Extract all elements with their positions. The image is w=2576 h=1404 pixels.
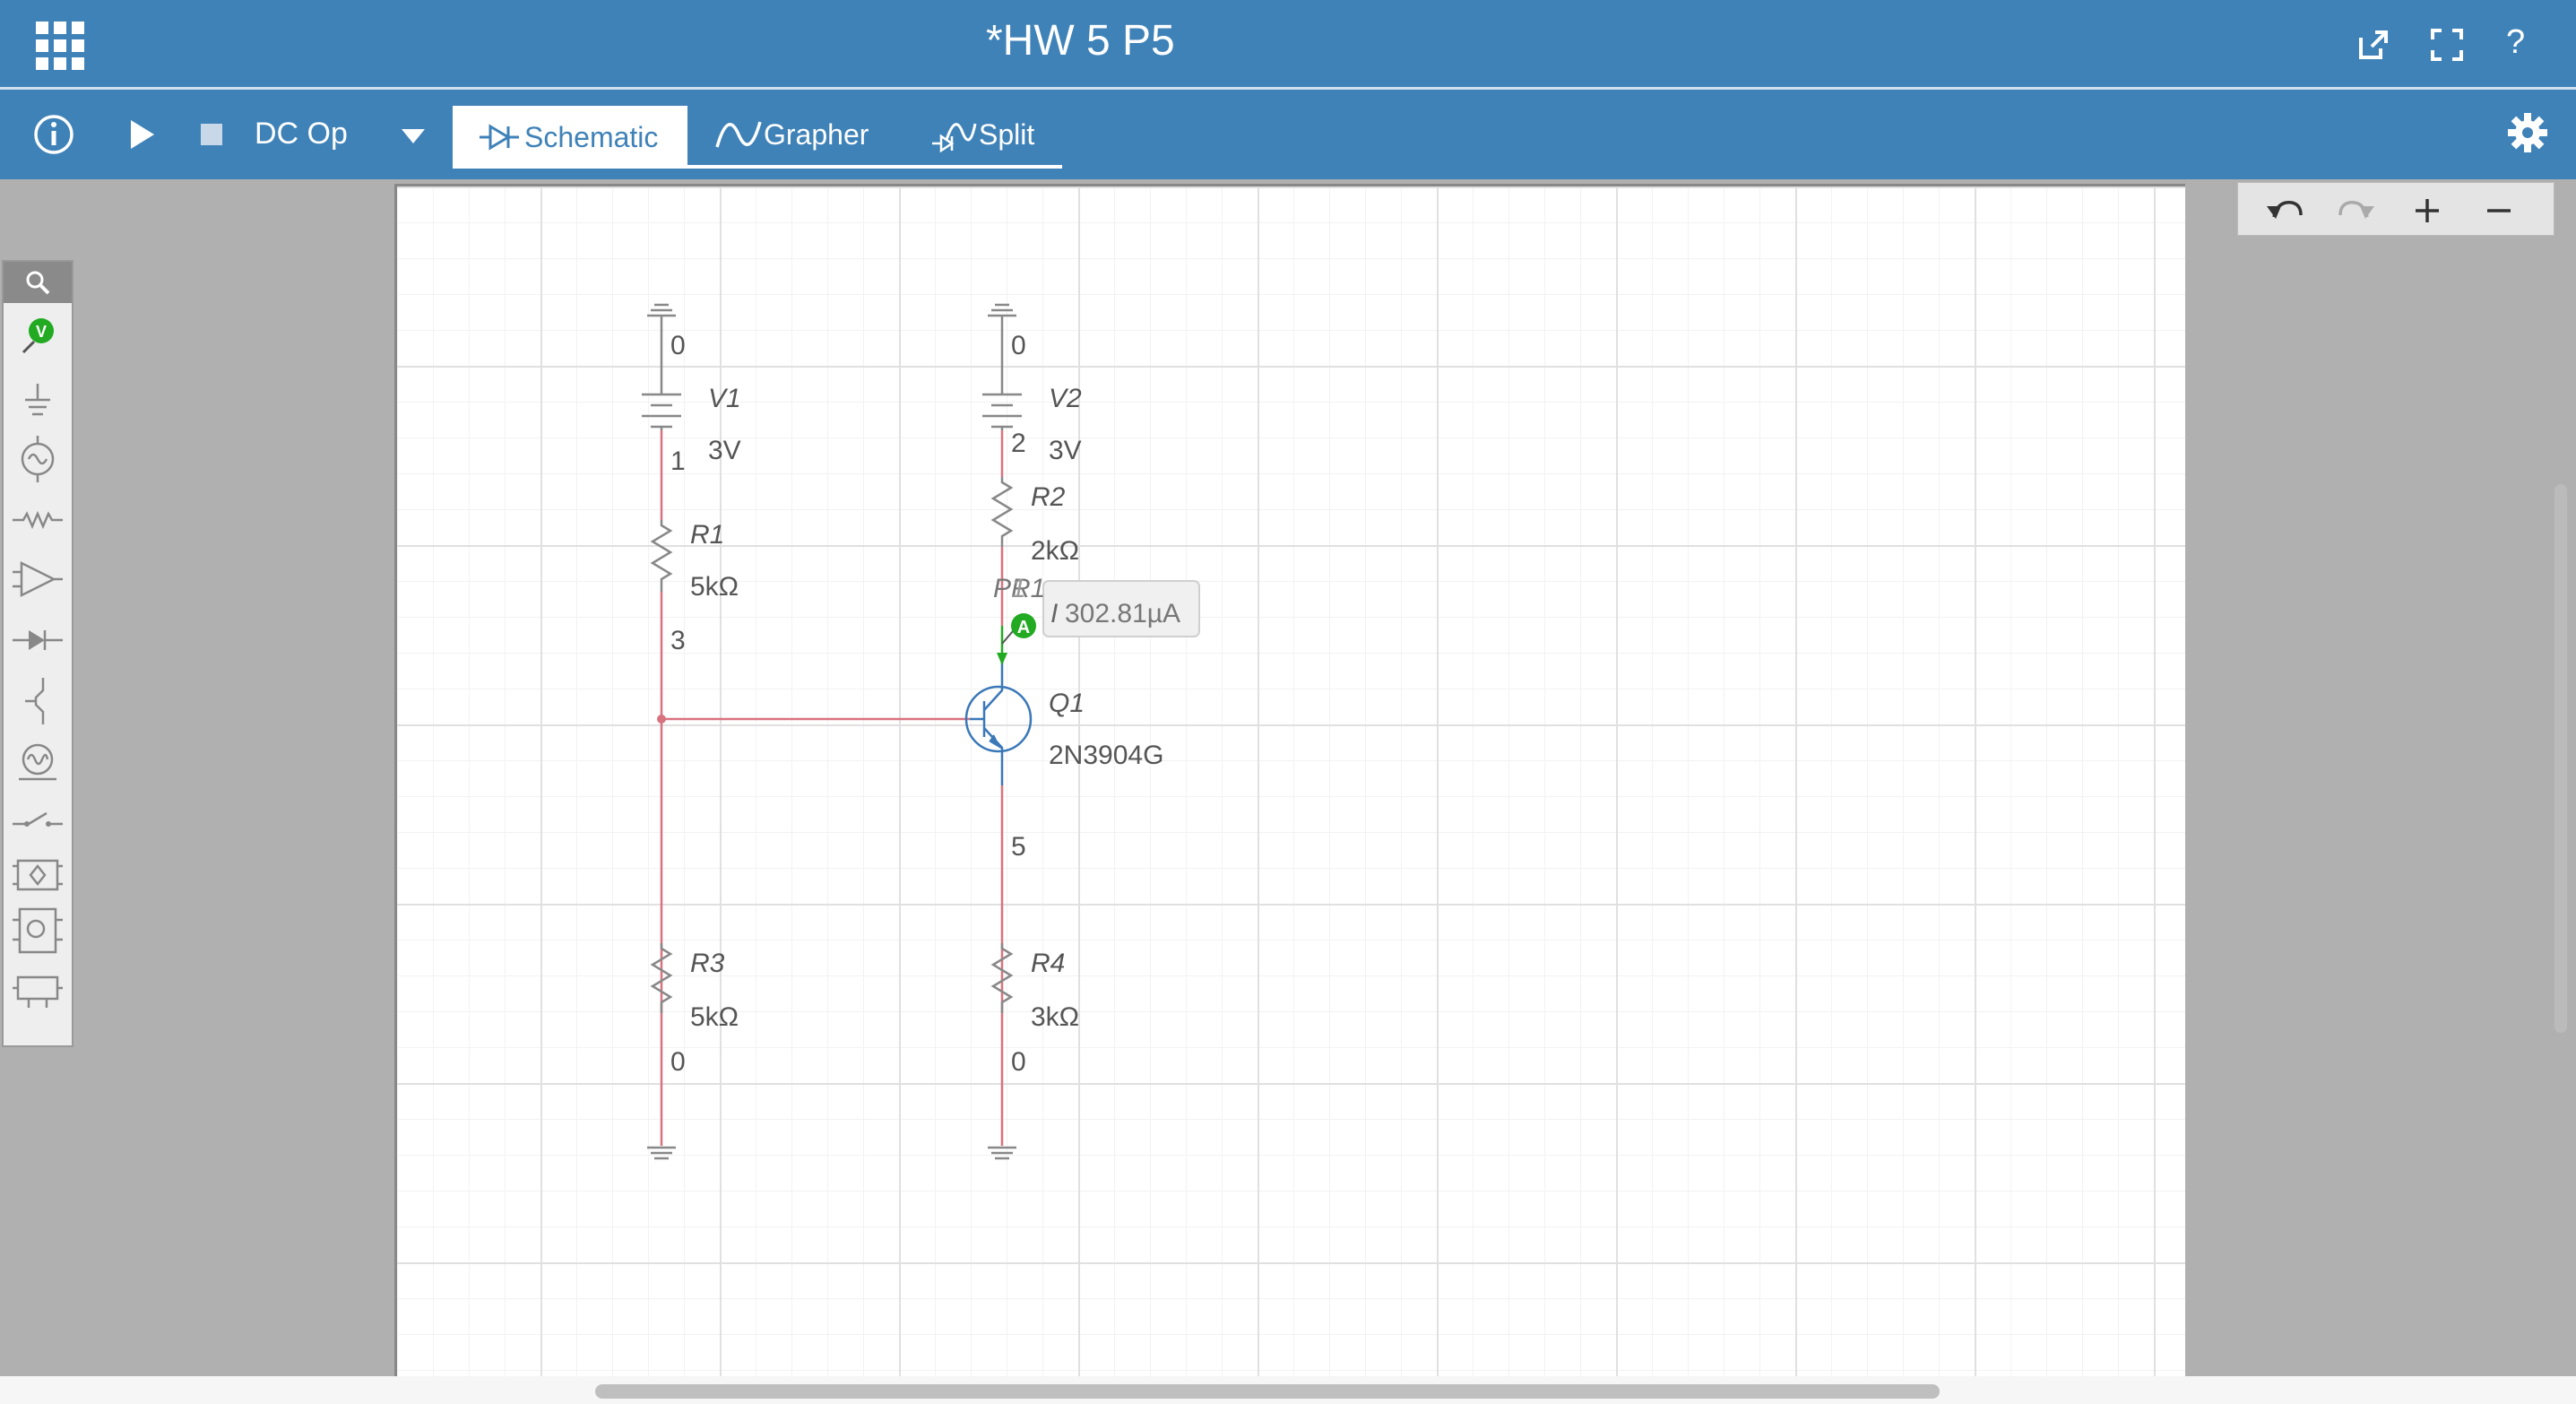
apps-grid-icon[interactable] (34, 20, 88, 74)
tab-schematic[interactable]: Schematic (453, 106, 687, 169)
undo-icon[interactable] (2265, 195, 2304, 224)
zoom-out-icon[interactable] (2485, 197, 2512, 224)
meter-icon (13, 975, 63, 1008)
v2-name: V2 (1049, 384, 1082, 413)
tab-schematic-label: Schematic (524, 120, 659, 153)
node-label-r4-bottom: 0 (1011, 1047, 1026, 1077)
r3-name: R3 (690, 949, 725, 978)
junction-dot (657, 715, 666, 724)
opamp-icon (13, 560, 63, 598)
palette-transistor[interactable] (4, 674, 72, 728)
node-label-3: 3 (670, 626, 686, 655)
tab-grapher[interactable]: Grapher (690, 100, 887, 169)
component-palette: V (2, 260, 73, 1047)
share-icon[interactable] (2357, 29, 2390, 61)
chevron-down-icon[interactable] (400, 127, 427, 145)
svg-text:V: V (36, 323, 47, 341)
q1-name: Q1 (1049, 689, 1085, 718)
battery-v2[interactable] (982, 368, 1022, 430)
probe-name-overlap: 1 (1011, 574, 1026, 603)
diode-icon (480, 124, 519, 151)
tab-split[interactable]: Split (905, 100, 1067, 169)
ground-icon (25, 384, 50, 416)
fullscreen-icon[interactable] (2431, 29, 2463, 61)
node-label-v2-top: 0 (1011, 331, 1026, 360)
v1-value: 3V (708, 436, 741, 465)
r4-value: 3kΩ (1031, 1002, 1079, 1032)
gear-icon[interactable] (2506, 111, 2549, 154)
lamp-icon (19, 743, 56, 781)
node-label-v1-top: 0 (670, 331, 686, 360)
palette-subcircuit[interactable] (4, 904, 72, 958)
node-label-5: 5 (1011, 832, 1026, 862)
palette-opamp[interactable] (4, 552, 72, 606)
transistor-icon (25, 678, 45, 724)
palette-diode[interactable] (4, 613, 72, 667)
palette-resistor[interactable] (4, 493, 72, 547)
vertical-scrollbar[interactable] (2554, 484, 2567, 1033)
transistor-q1[interactable] (964, 662, 1033, 785)
node-label-1: 1 (670, 446, 686, 476)
schematic-canvas[interactable]: A I 302.81µA 0 0 V1 3V V2 3V 1 2 R1 5kΩ … (394, 184, 2185, 1376)
palette-lamp[interactable] (4, 735, 72, 789)
r1-value: 5kΩ (690, 572, 739, 602)
document-title: *HW 5 P5 (986, 17, 1175, 65)
diode-icon (13, 630, 63, 650)
analysis-select[interactable]: DC Op (255, 117, 348, 152)
palette-switch[interactable] (4, 793, 72, 846)
tab-split-label: Split (979, 117, 1035, 151)
info-icon[interactable] (32, 113, 75, 156)
v2-value: 3V (1049, 436, 1082, 465)
palette-meter[interactable] (4, 965, 72, 1018)
ac-source-icon (21, 436, 55, 482)
switch-icon (13, 811, 63, 827)
horizontal-scrollbar[interactable] (595, 1384, 1940, 1399)
zoom-in-icon[interactable] (2414, 197, 2441, 224)
stop-icon[interactable] (199, 122, 224, 147)
v1-name: V1 (708, 384, 741, 413)
palette-search[interactable] (4, 262, 72, 303)
split-view-icon (932, 123, 977, 152)
node-label-r3-bottom: 0 (670, 1047, 686, 1077)
controlled-source-icon (13, 859, 63, 891)
resistor-r2[interactable] (990, 477, 1014, 547)
tab-grapher-label: Grapher (764, 117, 869, 151)
r4-name: R4 (1031, 949, 1065, 978)
resistor-icon (13, 510, 63, 530)
battery-v1[interactable] (642, 368, 681, 430)
toolbar: DC Op (0, 90, 2576, 179)
ground-symbol-bottom-left (647, 1146, 676, 1160)
search-icon (26, 271, 50, 295)
resistor-r1[interactable] (650, 520, 673, 592)
r2-value: 2kΩ (1031, 536, 1079, 566)
title-bar: *HW 5 P5 ? (0, 0, 2576, 90)
sine-wave-icon (715, 121, 762, 148)
probe-readout-value: 302.81µA (1065, 599, 1180, 628)
palette-voltage-probe[interactable]: V (4, 308, 72, 362)
r2-name: R2 (1031, 482, 1066, 512)
node-label-2: 2 (1011, 429, 1026, 458)
edit-zoom-controls (2237, 182, 2554, 236)
palette-controlled-source[interactable] (4, 848, 72, 902)
probe-icon-label: A (1017, 618, 1030, 637)
r3-value: 5kΩ (690, 1002, 739, 1032)
voltage-probe-icon: V (22, 318, 54, 354)
q1-model: 2N3904G (1049, 741, 1163, 770)
r1-name: R1 (690, 520, 724, 550)
redo-icon[interactable] (2337, 195, 2376, 224)
palette-ground[interactable] (4, 373, 72, 427)
probe-readout-prefix: I (1050, 599, 1058, 628)
subcircuit-icon (13, 907, 63, 954)
help-button[interactable]: ? (2506, 23, 2525, 62)
play-icon[interactable] (127, 118, 156, 151)
ground-symbol-bottom-right (988, 1146, 1016, 1160)
palette-ac-source[interactable] (4, 432, 72, 486)
